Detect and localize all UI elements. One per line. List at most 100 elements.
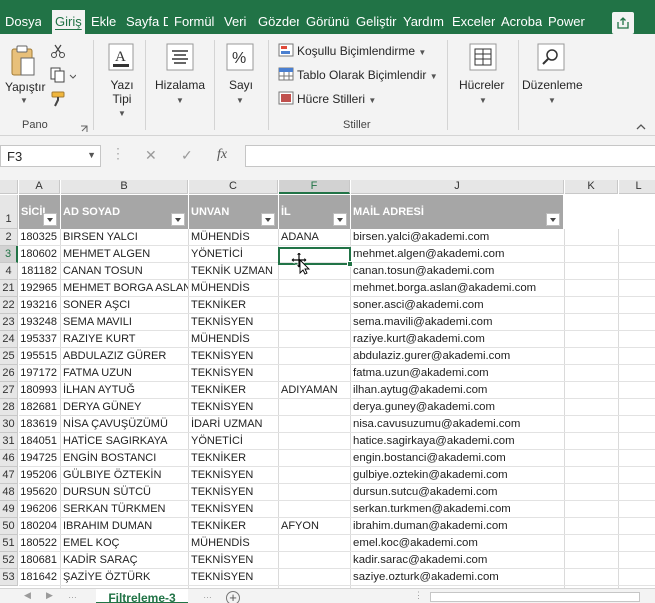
cell-mail-adresi[interactable]: mehmet.borga.aslan@akademi.com <box>351 280 564 297</box>
format-painter-icon[interactable] <box>50 91 68 110</box>
cell-sicil[interactable]: 192965 <box>19 280 60 297</box>
cell-ad-soyad[interactable]: MEHMET ALGEN <box>61 246 188 263</box>
horizontal-scrollbar[interactable] <box>430 592 640 602</box>
cell-unvan[interactable]: TEKNİSYEN <box>189 569 278 586</box>
cell-mail-adresi[interactable]: emel.koc@akademi.com <box>351 535 564 552</box>
cell-il[interactable] <box>279 280 350 297</box>
cell-mail-adresi[interactable]: birsen.yalci@akademi.com <box>351 229 564 246</box>
cell-styles-button[interactable]: Hücre Stilleri ▼ <box>297 92 376 108</box>
cell-il[interactable] <box>279 331 350 348</box>
paste-label[interactable]: Yapıştır <box>5 80 45 94</box>
cell-mail-adresi[interactable]: abdulaziz.gurer@akademi.com <box>351 348 564 365</box>
paste-button[interactable] <box>10 44 36 81</box>
row-header[interactable]: 49 <box>0 501 18 518</box>
cell-ad-soyad[interactable]: ŞAZİYE ÖZTÜRK <box>61 569 188 586</box>
cell-il[interactable] <box>279 569 350 586</box>
cell-il[interactable] <box>279 535 350 552</box>
header-cell-mail-adresi[interactable]: MAİL ADRESİ <box>351 195 564 229</box>
cell-mail-adresi[interactable]: gulbiye.oztekin@akademi.com <box>351 467 564 484</box>
column-header-c[interactable]: C <box>189 180 278 194</box>
tab-gelistirici[interactable]: Geliştir <box>356 12 398 34</box>
worksheet-grid[interactable]: A B C F J K L 1 SİCİL AD SOYAD UNVAN İL … <box>0 180 655 588</box>
tab-gozden-gecir[interactable]: Gözden <box>258 12 299 34</box>
cell-il[interactable] <box>279 399 350 416</box>
font-group-button[interactable]: Yazı Tipi <box>109 78 135 106</box>
column-header-l[interactable]: L <box>619 180 655 194</box>
cell-unvan[interactable]: TEKNİSYEN <box>189 467 278 484</box>
filter-dropdown-icon[interactable] <box>333 213 347 226</box>
cell-mail-adresi[interactable]: sema.mavili@akademi.com <box>351 314 564 331</box>
cell-mail-adresi[interactable]: mehmet.algen@akademi.com <box>351 246 564 263</box>
row-header[interactable]: 50 <box>0 518 18 535</box>
cell-il[interactable] <box>279 552 350 569</box>
row-header[interactable]: 3 <box>0 246 18 263</box>
row-header[interactable]: 1 <box>0 195 18 229</box>
cell-unvan[interactable]: TEKNİSYEN <box>189 552 278 569</box>
cancel-icon[interactable]: ✕ <box>145 147 157 164</box>
column-header-f[interactable]: F <box>279 180 350 194</box>
font-icon[interactable]: A <box>108 43 134 74</box>
tab-power[interactable]: Power <box>548 12 588 34</box>
more-sheets-icon[interactable]: … <box>68 590 77 600</box>
cell-unvan[interactable]: YÖNETİCİ <box>189 433 278 450</box>
insert-function-icon[interactable]: fx <box>217 147 227 163</box>
cell-il[interactable]: ADIYAMAN <box>279 382 350 399</box>
cells-dropdown-icon[interactable]: ▼ <box>479 94 487 108</box>
next-sheet-icon[interactable]: ▶ <box>46 590 53 601</box>
active-cell-selection[interactable] <box>278 247 353 267</box>
cell-unvan[interactable]: MÜHENDİS <box>189 229 278 246</box>
cell-ad-soyad[interactable]: GÜLBIYE ÖZTEKİN <box>61 467 188 484</box>
tab-gorunum[interactable]: Görünü <box>306 12 350 34</box>
cell-unvan[interactable]: TEKNİKER <box>189 518 278 535</box>
cell-unvan[interactable]: TEKNİSYEN <box>189 399 278 416</box>
filter-dropdown-icon[interactable] <box>171 213 185 226</box>
cell-mail-adresi[interactable]: soner.asci@akademi.com <box>351 297 564 314</box>
cell-ad-soyad[interactable]: RAZIYE KURT <box>61 331 188 348</box>
alignment-group-button[interactable]: Hizalama <box>155 78 205 92</box>
cell-ad-soyad[interactable]: İLHAN AYTUĞ <box>61 382 188 399</box>
column-header-j[interactable]: J <box>351 180 564 194</box>
font-dropdown-icon[interactable]: ▼ <box>118 107 126 121</box>
share-button[interactable] <box>612 12 634 34</box>
cell-mail-adresi[interactable]: canan.tosun@akademi.com <box>351 263 564 280</box>
cells-group-button[interactable]: Hücreler <box>459 78 504 92</box>
cell-mail-adresi[interactable]: dursun.sutcu@akademi.com <box>351 484 564 501</box>
cell-sicil[interactable]: 180522 <box>19 535 60 552</box>
row-header[interactable]: 2 <box>0 229 18 246</box>
cell-mail-adresi[interactable]: raziye.kurt@akademi.com <box>351 331 564 348</box>
cell-unvan[interactable]: TEKNİSYEN <box>189 348 278 365</box>
cell-mail-adresi[interactable]: ibrahim.duman@akademi.com <box>351 518 564 535</box>
cell-ad-soyad[interactable]: FATMA UZUN <box>61 365 188 382</box>
cell-il[interactable] <box>279 365 350 382</box>
cell-sicil[interactable]: 193248 <box>19 314 60 331</box>
cell-il[interactable] <box>279 450 350 467</box>
row-header[interactable]: 51 <box>0 535 18 552</box>
cell-ad-soyad[interactable]: NİSA ÇAVUŞÜZÜMÜ <box>61 416 188 433</box>
conditional-formatting-button[interactable]: Koşullu Biçimlendirme ▼ <box>297 44 426 60</box>
cell-unvan[interactable]: TEKNİSYEN <box>189 501 278 518</box>
cells-icon[interactable] <box>469 43 497 74</box>
row-header[interactable]: 27 <box>0 382 18 399</box>
row-header[interactable]: 26 <box>0 365 18 382</box>
cell-il[interactable] <box>279 433 350 450</box>
cell-sicil[interactable]: 195620 <box>19 484 60 501</box>
cell-ad-soyad[interactable]: KADİR SARAÇ <box>61 552 188 569</box>
column-header-a[interactable]: A <box>19 180 60 194</box>
enter-icon[interactable]: ✓ <box>181 147 193 164</box>
tab-dosya[interactable]: Dosya <box>5 12 41 34</box>
cell-il[interactable] <box>279 348 350 365</box>
cell-unvan[interactable]: TEKNİKER <box>189 297 278 314</box>
cell-sicil[interactable]: 195206 <box>19 467 60 484</box>
alignment-dropdown-icon[interactable]: ▼ <box>176 94 184 108</box>
cell-sicil[interactable]: 194725 <box>19 450 60 467</box>
cell-ad-soyad[interactable]: SEMA MAVILI <box>61 314 188 331</box>
cell-sicil[interactable]: 195337 <box>19 331 60 348</box>
cell-mail-adresi[interactable]: serkan.turkmen@akademi.com <box>351 501 564 518</box>
cell-sicil[interactable]: 195515 <box>19 348 60 365</box>
cell-sicil[interactable]: 196206 <box>19 501 60 518</box>
cell-sicil[interactable]: 197172 <box>19 365 60 382</box>
collapse-ribbon-icon[interactable] <box>636 120 646 134</box>
cell-unvan[interactable]: TEKNİSYEN <box>189 314 278 331</box>
cell-il[interactable] <box>279 467 350 484</box>
row-header[interactable]: 28 <box>0 399 18 416</box>
